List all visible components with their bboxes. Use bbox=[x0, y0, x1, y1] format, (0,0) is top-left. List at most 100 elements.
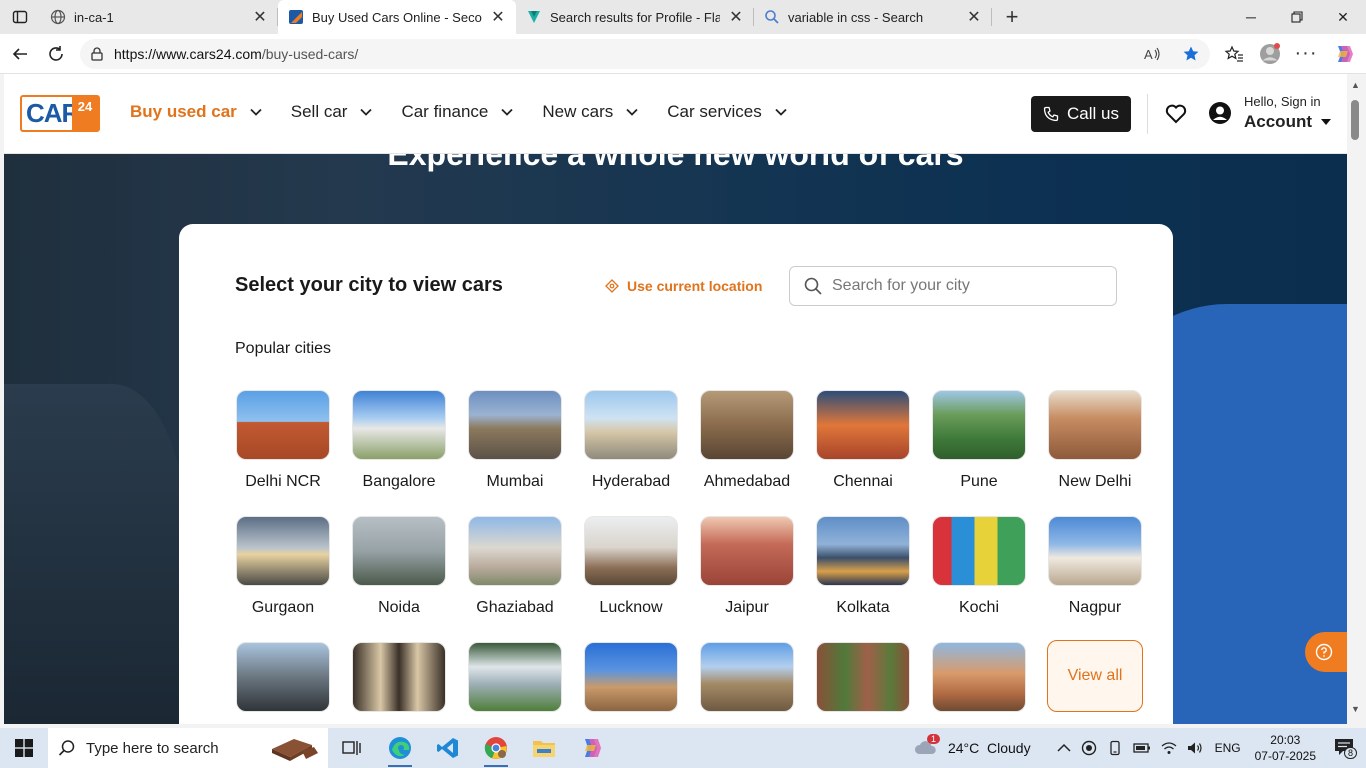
tab-flaticon[interactable]: Search results for Profile - Flaticon ✕ bbox=[516, 0, 754, 34]
taskbar-edge[interactable] bbox=[376, 728, 424, 768]
city-tile-row3-6[interactable] bbox=[815, 642, 911, 712]
wifi-icon[interactable] bbox=[1161, 741, 1177, 755]
chevron-up-icon[interactable] bbox=[1057, 743, 1071, 753]
start-button[interactable] bbox=[0, 728, 48, 768]
city-tile-row3-3[interactable] bbox=[467, 642, 563, 712]
nav-sell-car[interactable]: Sell car bbox=[291, 102, 374, 122]
main-nav: Buy used car Sell car Car finance New ca… bbox=[130, 102, 816, 122]
close-tab-icon[interactable]: ✕ bbox=[252, 7, 268, 27]
favorites-button[interactable] bbox=[1216, 38, 1252, 70]
new-tab-button[interactable]: + bbox=[992, 0, 1032, 34]
back-button[interactable] bbox=[2, 38, 38, 70]
city-tile-row3-7[interactable] bbox=[931, 642, 1027, 712]
site-info-icon[interactable] bbox=[90, 47, 104, 61]
use-current-location-button[interactable]: Use current location bbox=[605, 278, 762, 294]
copilot-button[interactable] bbox=[1326, 38, 1362, 70]
tab-cars24[interactable]: Buy Used Cars Online - Second H ✕ bbox=[278, 0, 516, 34]
city-tile-noida[interactable]: Noida bbox=[351, 516, 447, 617]
close-tab-icon[interactable]: ✕ bbox=[490, 7, 506, 27]
help-question-icon bbox=[1315, 643, 1333, 661]
url-field[interactable]: https://www.cars24.com/buy-used-cars/ A bbox=[80, 39, 1210, 69]
language-indicator[interactable]: ENG bbox=[1215, 741, 1241, 755]
tab-actions-button[interactable] bbox=[0, 0, 40, 34]
city-name: Nagpur bbox=[1068, 599, 1122, 616]
close-tab-icon[interactable]: ✕ bbox=[728, 7, 744, 27]
city-tile-jaipur[interactable]: Jaipur bbox=[699, 516, 795, 617]
profile-button[interactable] bbox=[1252, 38, 1288, 70]
scroll-down-arrow-icon[interactable]: ▼ bbox=[1351, 704, 1360, 714]
nav-car-services[interactable]: Car services bbox=[667, 102, 787, 122]
tab-bing-search[interactable]: variable in css - Search ✕ bbox=[754, 0, 992, 34]
record-icon[interactable] bbox=[1081, 740, 1097, 756]
nav-label: Car finance bbox=[401, 102, 489, 121]
phone-link-icon[interactable] bbox=[1107, 740, 1123, 756]
city-tile-chennai[interactable]: Chennai bbox=[815, 390, 911, 491]
city-tile-row3-1[interactable] bbox=[235, 642, 331, 712]
nav-buy-used-car[interactable]: Buy used car bbox=[130, 102, 263, 122]
taskbar-search-box[interactable]: Type here to search bbox=[48, 728, 328, 768]
scrollbar-thumb[interactable] bbox=[1351, 100, 1359, 140]
city-tile-gurgaon[interactable]: Gurgaon bbox=[235, 516, 331, 617]
close-window-button[interactable]: ✕ bbox=[1320, 0, 1366, 34]
taskbar-vscode[interactable] bbox=[424, 728, 472, 768]
user-account-icon[interactable] bbox=[1208, 101, 1232, 125]
taskbar-chrome[interactable] bbox=[472, 728, 520, 768]
city-tile-row3-5[interactable] bbox=[699, 642, 795, 712]
chevron-down-icon bbox=[360, 108, 373, 116]
close-tab-icon[interactable]: ✕ bbox=[966, 7, 982, 27]
page-scrollbar[interactable]: ▲ ▼ bbox=[1347, 74, 1366, 724]
help-button[interactable] bbox=[1305, 632, 1347, 672]
notification-count: 8 bbox=[1344, 746, 1358, 759]
city-tile-ghaziabad[interactable]: Ghaziabad bbox=[467, 516, 563, 617]
city-tile-row3-4[interactable] bbox=[583, 642, 679, 712]
nav-car-finance[interactable]: Car finance bbox=[401, 102, 514, 122]
city-tile-delhi-ncr[interactable]: Delhi NCR bbox=[235, 390, 331, 491]
city-tile-hyderabad[interactable]: Hyderabad bbox=[583, 390, 679, 491]
taskbar-file-explorer[interactable] bbox=[520, 728, 568, 768]
restore-button[interactable] bbox=[1274, 0, 1320, 34]
city-image bbox=[352, 642, 446, 712]
city-tile-kolkata[interactable]: Kolkata bbox=[815, 516, 911, 617]
call-us-label: Call us bbox=[1067, 104, 1119, 123]
notifications-button[interactable]: 8 bbox=[1334, 738, 1358, 759]
site-header: CARS 24 Buy used car Sell car Car financ… bbox=[4, 74, 1347, 154]
cars24-favicon-icon bbox=[289, 10, 303, 24]
tab-in-ca-1[interactable]: in-ca-1 ✕ bbox=[40, 0, 278, 34]
use-location-label: Use current location bbox=[627, 278, 763, 294]
cars24-logo[interactable]: CARS 24 bbox=[20, 95, 100, 132]
city-tile-row3-2[interactable] bbox=[351, 642, 447, 712]
heart-icon[interactable] bbox=[1165, 104, 1187, 124]
view-all-cities-button[interactable]: View all bbox=[1047, 640, 1143, 712]
minimize-button[interactable]: ─ bbox=[1228, 0, 1274, 34]
taskbar-copilot[interactable] bbox=[568, 728, 616, 768]
city-search-input[interactable]: Search for your city bbox=[789, 266, 1117, 306]
city-tile-kochi[interactable]: Kochi bbox=[931, 516, 1027, 617]
more-menu-button[interactable]: ··· bbox=[1288, 38, 1324, 70]
clock[interactable]: 20:03 07-07-2025 bbox=[1255, 732, 1316, 764]
volume-icon[interactable] bbox=[1187, 741, 1203, 755]
battery-icon[interactable] bbox=[1132, 742, 1151, 754]
account-menu[interactable]: Hello, Sign in Account bbox=[1244, 94, 1332, 132]
task-view-button[interactable] bbox=[328, 728, 376, 768]
city-tile-pune[interactable]: Pune bbox=[931, 390, 1027, 491]
chevron-down-icon bbox=[775, 108, 787, 116]
refresh-button[interactable] bbox=[38, 38, 74, 70]
city-selection-card: Select your city to view cars Use curren… bbox=[179, 224, 1173, 724]
city-tile-ahmedabad[interactable]: Ahmedabad bbox=[699, 390, 795, 491]
city-tile-new-delhi[interactable]: New Delhi bbox=[1047, 390, 1143, 491]
weather-widget[interactable]: 1 bbox=[914, 733, 940, 760]
city-image bbox=[468, 516, 562, 586]
favorite-star-icon[interactable] bbox=[1182, 45, 1200, 63]
scroll-up-arrow-icon[interactable]: ▲ bbox=[1351, 80, 1360, 90]
sign-in-greeting: Hello, Sign in bbox=[1244, 94, 1321, 109]
city-tile-nagpur[interactable]: Nagpur bbox=[1047, 516, 1143, 617]
profile-avatar-icon bbox=[1260, 42, 1280, 64]
city-tile-lucknow[interactable]: Lucknow bbox=[583, 516, 679, 617]
logo-number: 24 bbox=[72, 97, 98, 130]
nav-new-cars[interactable]: New cars bbox=[542, 102, 639, 122]
call-us-button[interactable]: Call us bbox=[1031, 96, 1131, 132]
city-tile-mumbai[interactable]: Mumbai bbox=[467, 390, 563, 491]
city-tile-bangalore[interactable]: Bangalore bbox=[351, 390, 447, 491]
read-aloud-icon[interactable]: A bbox=[1144, 46, 1162, 62]
back-arrow-icon bbox=[12, 47, 27, 60]
